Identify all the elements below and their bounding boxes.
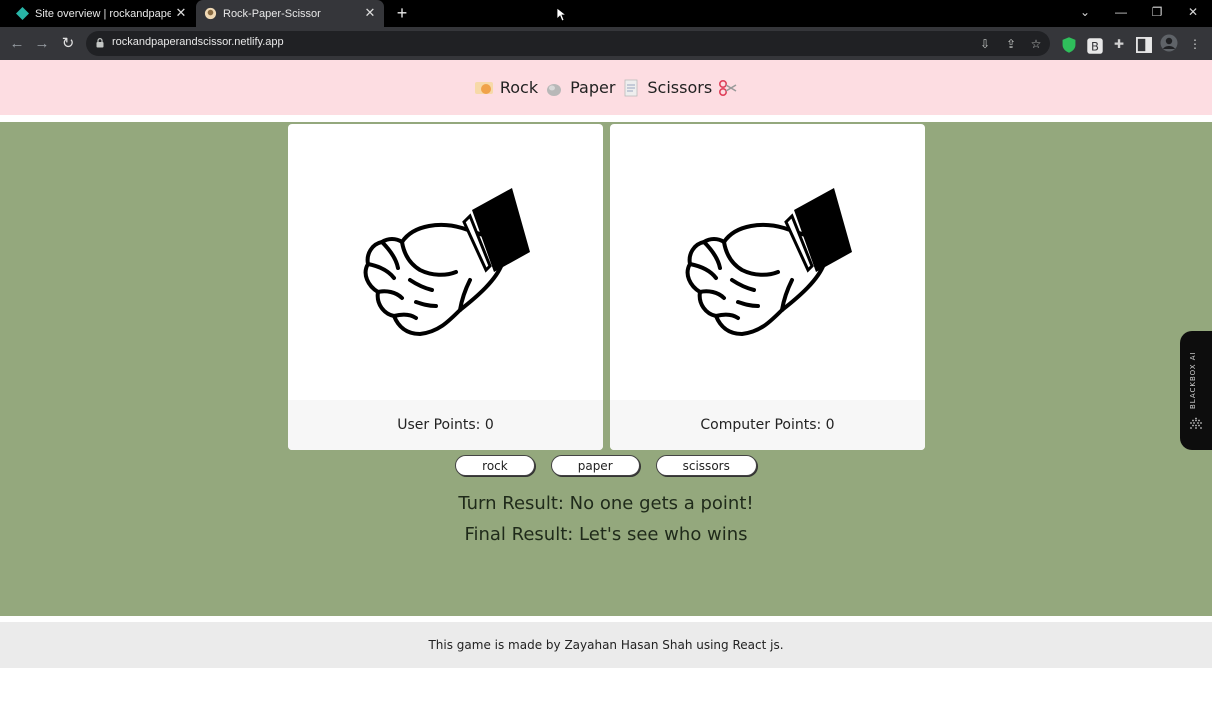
browser-toolbar: ← → ↻ rockandpaperandscissor.netlify.app… <box>0 27 1212 60</box>
user-points: User Points: 0 <box>288 400 603 450</box>
paper-emoji-icon <box>547 83 562 96</box>
choice-buttons: rock paper scissors <box>0 455 1212 476</box>
fist-icon <box>363 188 530 336</box>
rock-button[interactable]: rock <box>455 455 535 476</box>
rock-emoji-icon <box>474 81 493 94</box>
fist-icon <box>685 188 852 336</box>
url-text: rockandpaperandscissor.netlify.app <box>112 36 284 48</box>
close-tab-icon[interactable]: ✕ <box>173 5 189 21</box>
game-area: User Points: 0 Computer Points: 0 rock p… <box>0 122 1212 616</box>
lock-icon <box>96 38 104 48</box>
final-result: Final Result: Let's see who wins <box>464 524 748 545</box>
address-bar[interactable]: rockandpaperandscissor.netlify.app ⇩ ⇪ ☆ <box>86 31 1050 56</box>
extensions-puzzle-icon[interactable]: ✚ <box>1110 35 1128 53</box>
computer-card: Computer Points: 0 <box>610 124 925 450</box>
restore-button[interactable]: ❐ <box>1139 0 1175 27</box>
profile-avatar[interactable] <box>1160 34 1178 52</box>
minimize-button[interactable]: — <box>1103 0 1139 27</box>
forward-button[interactable]: → <box>32 34 52 54</box>
tab-title: Site overview | rockandpaperandscissor <box>35 7 171 20</box>
blackbox-ai-widget[interactable]: BLACKBOX AI <box>1180 331 1212 450</box>
header-rock-label: Rock <box>499 78 539 97</box>
scissors-button[interactable]: scissors <box>655 455 757 476</box>
close-window-button[interactable]: ✕ <box>1175 0 1211 27</box>
computer-points: Computer Points: 0 <box>610 400 925 450</box>
bookmark-star-icon[interactable]: ☆ <box>1027 35 1045 53</box>
mouse-cursor-icon <box>557 8 566 22</box>
react-icon <box>204 7 217 20</box>
site-footer: This game is made by Zayahan Hasan Shah … <box>0 622 1212 668</box>
scissors-emoji-icon <box>624 79 638 96</box>
site-header: Rock Paper Scissors <box>0 60 1212 115</box>
new-tab-button[interactable]: + <box>392 3 412 23</box>
shield-extension-icon[interactable] <box>1060 36 1078 54</box>
header-paper-label: Paper <box>570 78 616 97</box>
browser-menu-icon[interactable]: ⋮ <box>1186 35 1204 53</box>
user-hand-image <box>288 124 603 400</box>
tab-rock-paper-scissor[interactable]: Rock-Paper-Scissor ✕ <box>196 0 384 27</box>
side-panel-icon[interactable] <box>1135 36 1153 54</box>
turn-result: Turn Result: No one gets a point! <box>458 493 754 514</box>
computer-hand-image <box>610 124 925 400</box>
tab-search-icon[interactable]: ⌄ <box>1067 0 1103 27</box>
scissors-icon <box>719 79 737 96</box>
blackbox-logo-icon <box>1190 417 1202 429</box>
tab-site-overview[interactable]: Site overview | rockandpaperandscissor ✕ <box>10 0 195 27</box>
close-tab-icon[interactable]: ✕ <box>362 5 378 21</box>
header-scissors-label: Scissors <box>647 78 713 97</box>
browser-tab-strip: Site overview | rockandpaperandscissor ✕… <box>0 0 1212 27</box>
tab-title: Rock-Paper-Scissor <box>223 7 321 20</box>
reload-button[interactable]: ↻ <box>58 34 78 54</box>
extension-b-icon[interactable]: B <box>1086 37 1104 55</box>
user-card: User Points: 0 <box>288 124 603 450</box>
blackbox-label: BLACKBOX AI <box>1189 351 1197 409</box>
header-divider <box>0 115 1212 122</box>
paper-button[interactable]: paper <box>550 455 640 476</box>
back-button[interactable]: ← <box>7 34 27 54</box>
install-app-icon[interactable]: ⇩ <box>976 35 994 53</box>
svg-text:B: B <box>1091 40 1099 54</box>
share-icon[interactable]: ⇪ <box>1002 35 1020 53</box>
footer-text: This game is made by Zayahan Hasan Shah … <box>428 638 784 652</box>
netlify-icon <box>16 7 29 20</box>
